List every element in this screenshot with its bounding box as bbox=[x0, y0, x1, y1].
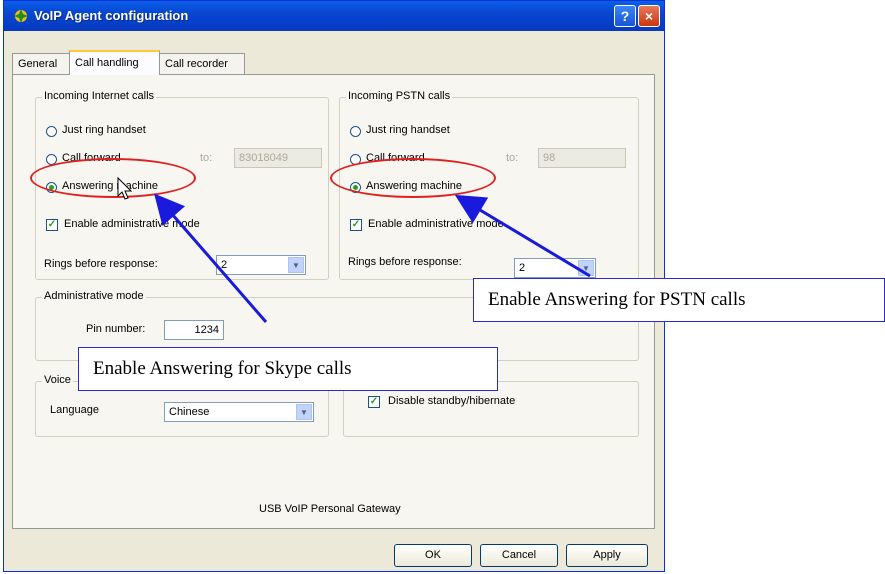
mouse-cursor-icon bbox=[117, 176, 133, 200]
skype-arrow bbox=[154, 193, 268, 323]
tab-call-handling[interactable]: Call handling bbox=[69, 50, 160, 75]
pstn-arrow bbox=[454, 194, 591, 278]
skype-callout: Enable Answering for Skype calls bbox=[78, 347, 498, 391]
pstn-callout: Enable Answering for PSTN calls bbox=[473, 278, 885, 322]
